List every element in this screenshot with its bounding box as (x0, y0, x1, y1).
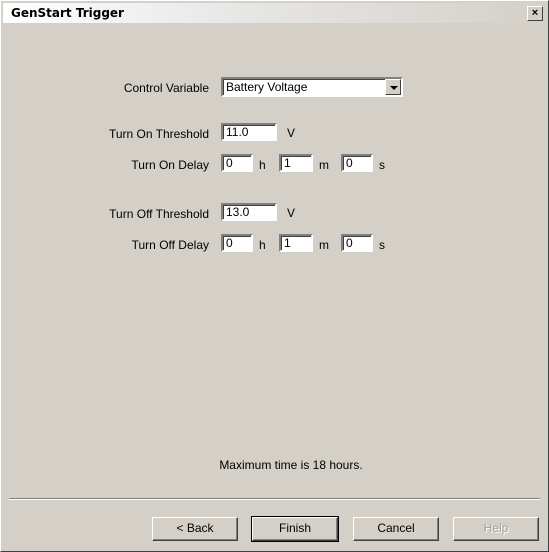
turn-on-threshold-input[interactable]: 11.0 (221, 123, 277, 141)
finish-button[interactable]: Finish (251, 516, 339, 542)
turn-on-hours-unit: h (259, 158, 266, 172)
turn-off-minutes-input[interactable]: 1 (279, 234, 313, 252)
turn-off-hours-unit: h (259, 238, 266, 252)
turn-on-hours-input[interactable]: 0 (221, 154, 253, 172)
title-bar: GenStart Trigger × (3, 3, 546, 23)
turn-off-threshold-unit: V (287, 206, 296, 220)
divider (9, 498, 540, 500)
turn-off-threshold-label: Turn Off Threshold (109, 207, 209, 221)
turn-off-hours-input[interactable]: 0 (221, 234, 253, 252)
turn-on-threshold-unit: V (287, 126, 296, 140)
close-icon[interactable]: × (527, 6, 543, 21)
max-time-note: Maximum time is 18 hours. (219, 458, 363, 472)
turn-off-threshold-input[interactable]: 13.0 (221, 203, 277, 221)
turn-off-delay-label: Turn Off Delay (131, 238, 209, 252)
turn-off-seconds-input[interactable]: 0 (341, 234, 373, 252)
turn-on-seconds-unit: s (379, 158, 385, 172)
turn-off-minutes-unit: m (319, 238, 329, 252)
control-variable-label: Control Variable (123, 81, 209, 95)
turn-on-threshold-label: Turn On Threshold (108, 127, 209, 141)
turn-on-minutes-input[interactable]: 1 (279, 154, 313, 172)
turn-on-seconds-input[interactable]: 0 (341, 154, 373, 172)
control-variable-select[interactable]: Battery Voltage (221, 77, 403, 97)
help-button[interactable]: Help (453, 517, 539, 541)
dialog-window: GenStart Trigger × Control Variable Batt… (0, 0, 549, 552)
turn-on-delay-label: Turn On Delay (131, 158, 209, 172)
turn-off-seconds-unit: s (379, 238, 385, 252)
cancel-button[interactable]: Cancel (353, 517, 439, 541)
back-button[interactable]: < Back (152, 517, 238, 541)
control-variable-value: Battery Voltage (226, 80, 308, 94)
window-title: GenStart Trigger (11, 6, 124, 20)
turn-on-minutes-unit: m (319, 158, 329, 172)
chevron-down-icon[interactable] (385, 79, 401, 95)
